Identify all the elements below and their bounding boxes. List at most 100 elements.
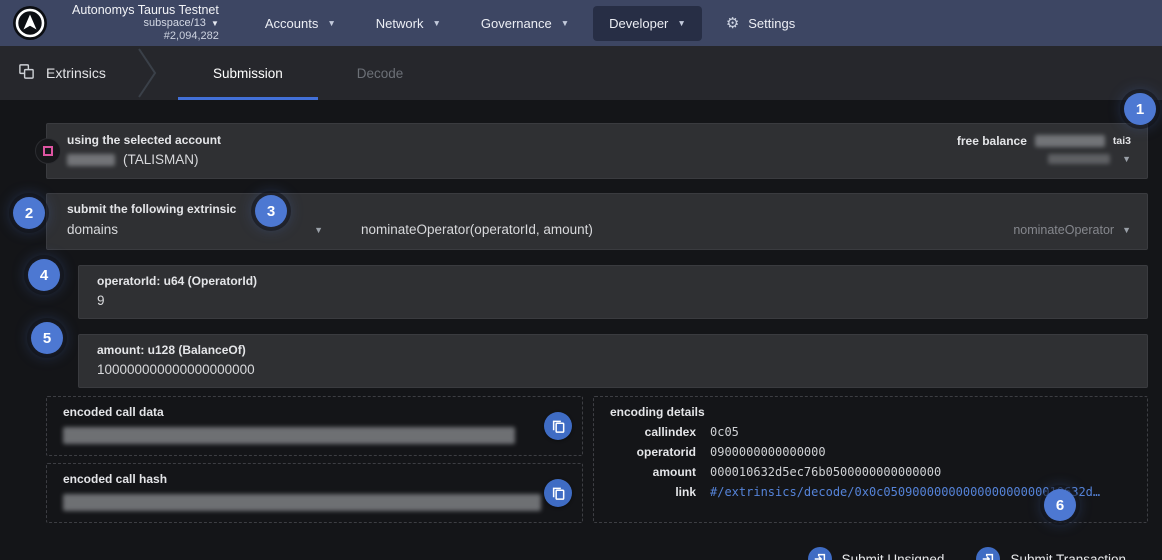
decode-link[interactable]: #/extrinsics/decode/0x0c0509000000000000… bbox=[710, 485, 1100, 499]
breadcrumb-chevron-icon bbox=[136, 46, 160, 100]
param-card-amount: amount: u128 (BalanceOf) 100000000000000… bbox=[78, 334, 1148, 388]
extrinsics-submission-page: using the selected account (TALISMAN) fr… bbox=[0, 100, 1162, 560]
menu-settings[interactable]: ⚙ Settings bbox=[710, 6, 811, 41]
redacted-balance-secondary bbox=[1048, 154, 1110, 164]
balance-secondary-row: ▼ bbox=[957, 154, 1131, 164]
menu-network[interactable]: Network ▼ bbox=[360, 6, 457, 41]
free-balance-row: free balance tai3 bbox=[957, 134, 1131, 148]
account-card: using the selected account (TALISMAN) fr… bbox=[46, 123, 1148, 179]
detail-row-callindex: callindex 0c05 bbox=[610, 425, 1131, 439]
menu-developer-label: Developer bbox=[609, 16, 668, 31]
submit-transaction-button[interactable]: Submit Transaction bbox=[976, 547, 1126, 560]
encoding-details-title: encoding details bbox=[610, 405, 1131, 419]
method-signature: nominateOperator(operatorId, amount) bbox=[361, 222, 593, 237]
detail-amount-label: amount bbox=[610, 465, 696, 479]
menu-developer[interactable]: Developer ▼ bbox=[593, 6, 702, 41]
balance-unit: tai3 bbox=[1113, 135, 1131, 147]
annotation-badge-1: 1 bbox=[1124, 93, 1156, 125]
chevron-down-icon: ▼ bbox=[314, 225, 323, 235]
tab-decode[interactable]: Decode bbox=[320, 46, 441, 100]
param-operatorid-input[interactable]: 9 bbox=[97, 293, 1129, 308]
extrinsic-card: submit the following extrinsic domains ▼… bbox=[46, 193, 1148, 250]
submit-unsigned-button[interactable]: Submit Unsigned bbox=[808, 547, 945, 560]
account-dropdown-chevron-icon[interactable]: ▼ bbox=[1122, 154, 1131, 164]
brand-text: Autonomys Taurus Testnet subspace/13 ▼ #… bbox=[72, 3, 219, 43]
chevron-down-icon: ▼ bbox=[211, 17, 219, 30]
action-bar: Submit Unsigned Submit Transaction bbox=[46, 547, 1148, 560]
encoded-call-data-label: encoded call data bbox=[63, 405, 568, 419]
menu-governance-label: Governance bbox=[481, 16, 552, 31]
method-selected: nominateOperator bbox=[1013, 223, 1114, 237]
annotation-badge-6: 6 bbox=[1044, 489, 1076, 521]
method-select[interactable]: nominateOperator ▼ bbox=[1013, 223, 1131, 237]
pallet-select[interactable]: domains ▼ bbox=[67, 222, 323, 237]
chain-selector[interactable]: subspace/13 ▼ bbox=[144, 17, 219, 30]
detail-amount-value: 000010632d5ec76b0500000000000000 bbox=[710, 465, 941, 479]
chevron-down-icon: ▼ bbox=[561, 18, 569, 28]
encoded-column: encoded call data encoded call hash bbox=[46, 396, 583, 523]
encoded-section: encoded call data encoded call hash bbox=[46, 396, 1148, 523]
tabs: Submission Decode bbox=[176, 46, 440, 100]
chevron-down-icon: ▼ bbox=[327, 18, 335, 28]
submit-transaction-label: Submit Transaction bbox=[1010, 552, 1126, 560]
network-title: Autonomys Taurus Testnet bbox=[72, 3, 219, 17]
encoded-call-hash-label: encoded call hash bbox=[63, 472, 568, 486]
free-balance-label: free balance bbox=[957, 134, 1027, 148]
copy-call-hash-button[interactable] bbox=[544, 479, 572, 507]
copy-call-data-button[interactable] bbox=[544, 412, 572, 440]
brand[interactable]: Autonomys Taurus Testnet subspace/13 ▼ #… bbox=[12, 3, 219, 43]
detail-operatorid-value: 0900000000000000 bbox=[710, 445, 826, 459]
annotation-badge-4: 4 bbox=[28, 259, 60, 291]
main-menu: Accounts ▼ Network ▼ Governance ▼ Develo… bbox=[249, 6, 811, 41]
detail-operatorid-label: operatorid bbox=[610, 445, 696, 459]
best-block-number: #2,094,282 bbox=[164, 30, 219, 43]
annotation-badge-5: 5 bbox=[31, 322, 63, 354]
chevron-down-icon: ▼ bbox=[432, 18, 440, 28]
chevron-down-icon: ▼ bbox=[677, 18, 685, 28]
copy-icon bbox=[551, 486, 566, 501]
gear-icon: ⚙ bbox=[726, 16, 739, 31]
detail-callindex-value: 0c05 bbox=[710, 425, 739, 439]
param-operatorid-label: operatorId: u64 (OperatorId) bbox=[97, 274, 1129, 288]
redacted-balance-value bbox=[1035, 135, 1105, 147]
account-source: (TALISMAN) bbox=[123, 152, 199, 167]
encoded-call-hash-box: encoded call hash bbox=[46, 463, 583, 523]
tab-bar: Extrinsics Submission Decode bbox=[0, 46, 1162, 100]
detail-link-label: link bbox=[610, 485, 696, 499]
redacted-call-data bbox=[63, 427, 515, 444]
menu-settings-label: Settings bbox=[748, 16, 795, 31]
encoded-call-data-box: encoded call data bbox=[46, 396, 583, 456]
extrinsics-icon bbox=[18, 63, 35, 83]
detail-callindex-label: callindex bbox=[610, 425, 696, 439]
annotation-badge-3: 3 bbox=[255, 195, 287, 227]
pallet-selected: domains bbox=[67, 222, 118, 237]
tab-submission[interactable]: Submission bbox=[176, 46, 320, 100]
sign-in-icon bbox=[808, 547, 832, 560]
copy-icon bbox=[551, 419, 566, 434]
balance-block: free balance tai3 ▼ bbox=[957, 134, 1131, 164]
redacted-call-hash bbox=[63, 494, 541, 511]
account-avatar[interactable] bbox=[35, 138, 61, 164]
chevron-down-icon: ▼ bbox=[1122, 225, 1131, 235]
identicon bbox=[43, 146, 53, 156]
section-title: Extrinsics bbox=[46, 65, 106, 81]
submit-unsigned-label: Submit Unsigned bbox=[842, 552, 945, 560]
annotation-badge-2: 2 bbox=[13, 197, 45, 229]
param-amount-input[interactable]: 100000000000000000000 bbox=[97, 362, 1129, 377]
menu-accounts-label: Accounts bbox=[265, 16, 318, 31]
redacted-account-name bbox=[67, 154, 115, 166]
menu-governance[interactable]: Governance ▼ bbox=[465, 6, 585, 41]
section-extrinsics: Extrinsics bbox=[0, 46, 140, 100]
app-window: Autonomys Taurus Testnet subspace/13 ▼ #… bbox=[0, 0, 1162, 560]
param-amount-label: amount: u128 (BalanceOf) bbox=[97, 343, 1129, 357]
extrinsic-card-label: submit the following extrinsic bbox=[67, 202, 1129, 216]
detail-row-amount: amount 000010632d5ec76b0500000000000000 bbox=[610, 465, 1131, 479]
menu-accounts[interactable]: Accounts ▼ bbox=[249, 6, 352, 41]
extrinsic-row: domains ▼ nominateOperator(operatorId, a… bbox=[67, 222, 1129, 237]
chain-label: subspace/13 bbox=[144, 17, 206, 30]
autonomys-logo-icon bbox=[12, 5, 48, 41]
detail-row-operatorid: operatorid 0900000000000000 bbox=[610, 445, 1131, 459]
menu-network-label: Network bbox=[376, 16, 424, 31]
top-navbar: Autonomys Taurus Testnet subspace/13 ▼ #… bbox=[0, 0, 1162, 46]
sign-in-icon bbox=[976, 547, 1000, 560]
